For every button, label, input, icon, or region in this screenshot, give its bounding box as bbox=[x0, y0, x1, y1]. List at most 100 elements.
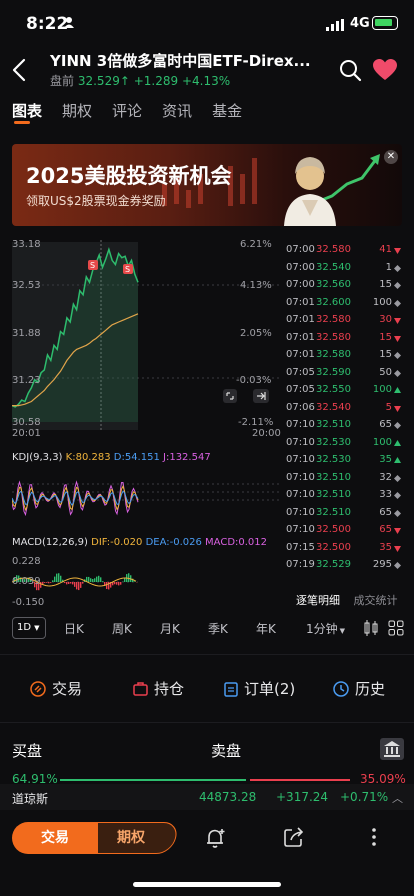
trade-row: 07:10 32.530 35 bbox=[286, 454, 402, 470]
banner-title: 2025美股投资新机会 bbox=[26, 164, 232, 188]
trade-price: 32.550 bbox=[316, 384, 351, 395]
premarket-quote: 盘前 32.529↑ +1.289 +4.13% bbox=[50, 72, 230, 89]
trade-row: 07:19 32.529 295 bbox=[286, 559, 402, 575]
trade-price: 32.530 bbox=[316, 436, 351, 448]
bank-icon[interactable] bbox=[380, 738, 404, 760]
period-1min-label: 1分钟 bbox=[306, 622, 338, 636]
candlestick-settings-icon[interactable] bbox=[364, 620, 378, 636]
macd-bar bbox=[74, 582, 76, 587]
trade-action-label: 交易 bbox=[52, 680, 83, 698]
close-icon[interactable]: ✕ bbox=[384, 150, 398, 164]
tab-options[interactable]: 期权 bbox=[62, 100, 92, 128]
svg-text:S: S bbox=[90, 261, 95, 270]
trade-ticks-list[interactable]: 07:00 32.580 41 07:00 32.540 1 07:00 32.560 15 07… bbox=[286, 236, 406, 576]
trade-price: 32.540 bbox=[316, 261, 351, 273]
back-button[interactable] bbox=[8, 56, 32, 84]
trade-price: 32.540 bbox=[316, 401, 351, 413]
tab-fund[interactable]: 基金 bbox=[212, 100, 242, 128]
tab-comments[interactable]: 评论 bbox=[112, 100, 142, 128]
macd-bar bbox=[90, 578, 92, 582]
trade-price: 32.580 bbox=[316, 331, 351, 343]
down-triangle-icon bbox=[394, 405, 401, 412]
trade-button[interactable]: 交易 bbox=[12, 822, 98, 854]
index-change: +317.24 bbox=[276, 790, 329, 804]
period-year-k[interactable]: 年K bbox=[256, 620, 276, 637]
kdj-name: KDJ(9,3,3) bbox=[12, 452, 63, 463]
orders-action[interactable]: 订单(2) bbox=[224, 678, 295, 699]
promo-banner[interactable]: 2025美股投资新机会 领取US$2股票现金券奖励 ✕ bbox=[12, 144, 402, 226]
trade-price: 32.510 bbox=[316, 471, 351, 483]
macd-value: MACD:0.012 bbox=[205, 537, 268, 548]
trade-price: 32.510 bbox=[316, 489, 351, 500]
down-triangle-icon bbox=[394, 335, 401, 342]
trade-volume: 35 bbox=[379, 541, 392, 553]
kdj-j-value: J:132.547 bbox=[163, 452, 211, 463]
diamond-icon bbox=[394, 352, 401, 359]
diamond-icon bbox=[394, 282, 401, 289]
network-label: 4G bbox=[350, 16, 370, 31]
signal-icon bbox=[326, 19, 344, 31]
period-week-k[interactable]: 周K bbox=[112, 620, 132, 637]
premarket-change-pct: +4.13% bbox=[181, 74, 231, 88]
trade-price: 32.529 bbox=[316, 559, 351, 570]
trade-volume: 100 bbox=[372, 436, 392, 448]
banner-subtitle: 领取US$2股票现金券奖励 bbox=[26, 194, 166, 208]
trade-time: 07:10 bbox=[286, 506, 315, 518]
y-axis-label: 30.58 bbox=[12, 417, 41, 428]
trade-row: 07:15 32.500 35 bbox=[286, 542, 402, 558]
macd-bar bbox=[64, 582, 66, 584]
trade-price: 32.530 bbox=[316, 454, 351, 465]
trade-volume: 41 bbox=[379, 244, 392, 255]
period-quarter-k[interactable]: 季K bbox=[208, 620, 228, 637]
time-start-label: 20:01 bbox=[12, 428, 41, 439]
trade-row: 07:10 32.510 32 bbox=[286, 472, 402, 488]
premarket-label: 盘前 bbox=[50, 74, 75, 88]
macd-bar bbox=[98, 575, 100, 582]
trade-time: 07:00 bbox=[286, 279, 315, 290]
period-month-k[interactable]: 月K bbox=[160, 620, 180, 637]
trade-row: 07:05 32.590 50 bbox=[286, 367, 402, 383]
bell-plus-icon[interactable] bbox=[204, 826, 228, 850]
trade-time: 07:01 bbox=[286, 314, 315, 325]
macd-bar bbox=[44, 582, 46, 583]
diamond-icon bbox=[394, 369, 401, 377]
grid-icon[interactable] bbox=[388, 620, 404, 636]
chevron-up-icon[interactable]: ︿ bbox=[392, 790, 403, 806]
kdj-k-value: K:80.283 bbox=[65, 452, 111, 463]
share-icon[interactable] bbox=[283, 826, 305, 848]
macd-bar bbox=[66, 582, 68, 585]
kdj-d-value: D:54.151 bbox=[113, 452, 160, 463]
more-icon[interactable] bbox=[368, 826, 380, 848]
search-icon[interactable] bbox=[338, 58, 362, 82]
divider bbox=[0, 722, 414, 723]
history-action[interactable]: 历史 bbox=[333, 678, 385, 699]
period-1d-dropdown[interactable]: 1D ▼ bbox=[12, 617, 46, 639]
trade-time: 07:10 bbox=[286, 471, 315, 483]
macd-bar bbox=[114, 582, 116, 585]
trade-time: 07:10 bbox=[286, 436, 315, 448]
macd-bar bbox=[80, 582, 82, 588]
fullscreen-icon[interactable] bbox=[223, 389, 237, 403]
diamond-icon bbox=[394, 422, 401, 429]
macd-bar bbox=[116, 582, 118, 585]
trade-volume: 1 bbox=[385, 261, 392, 273]
trade-time: 07:06 bbox=[286, 401, 315, 413]
period-selector: 1D ▼ 日K 周K 月K 季K 年K 1分钟 ▼ bbox=[12, 617, 404, 641]
intraday-chart[interactable]: S S 33.18 32.53 31.88 31.23 30.58 6.21% … bbox=[12, 236, 282, 608]
tab-trade-details[interactable]: 逐笔明细 bbox=[296, 594, 340, 607]
period-day-k[interactable]: 日K bbox=[64, 620, 84, 637]
trade-action[interactable]: 交易 bbox=[30, 678, 82, 699]
tab-news[interactable]: 资讯 bbox=[162, 100, 192, 128]
index-ticker[interactable]: 道琼斯 44873.28 +317.24 +0.71% ︿ bbox=[0, 784, 414, 810]
briefcase-icon bbox=[133, 682, 148, 696]
tab-bar: 图表 期权 评论 资讯 基金 bbox=[12, 100, 262, 128]
macd-bar bbox=[56, 573, 58, 582]
tab-trade-stats[interactable]: 成交统计 bbox=[354, 594, 398, 607]
period-1min-dropdown[interactable]: 1分钟 ▼ bbox=[306, 620, 345, 637]
trade-row: 07:01 32.600 100 bbox=[286, 297, 402, 313]
battery-icon bbox=[372, 16, 398, 30]
heart-icon[interactable] bbox=[372, 58, 398, 82]
macd-bar bbox=[92, 579, 94, 582]
time-end-label: 20:00 bbox=[252, 428, 281, 439]
position-action[interactable]: 持仓 bbox=[133, 678, 184, 699]
